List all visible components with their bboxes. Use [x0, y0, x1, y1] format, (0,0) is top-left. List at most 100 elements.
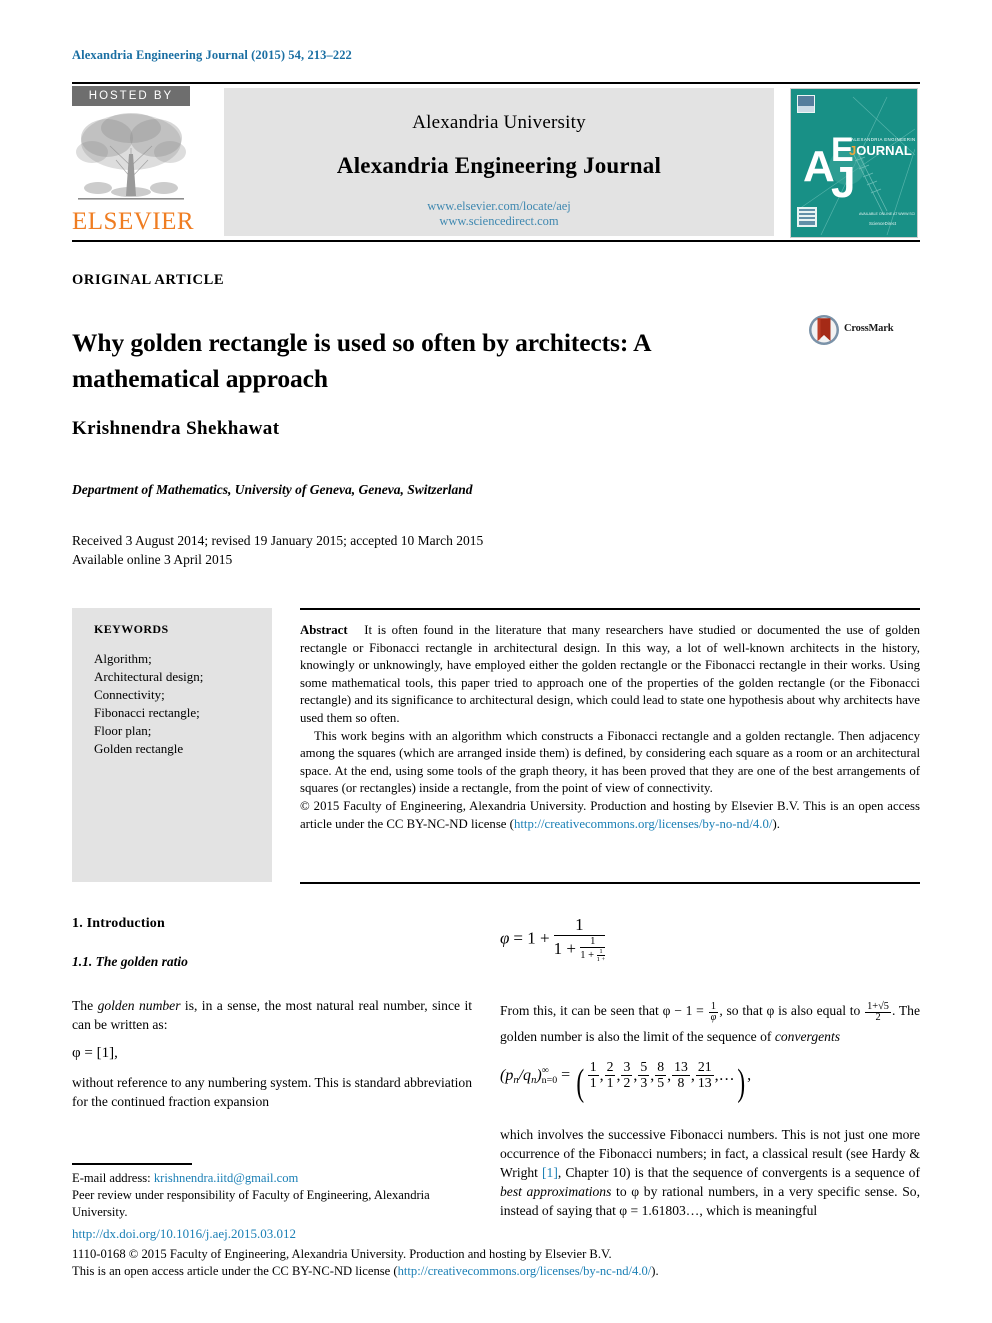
convergent-fraction: 32: [621, 1059, 633, 1090]
paragraph-fibonacci-convergents: which involves the successive Fibonacci …: [500, 1125, 920, 1220]
article-type-label: ORIGINAL ARTICLE: [72, 272, 225, 288]
cf-den-text-1: 1 +: [553, 938, 576, 958]
fraction-numerator: 2: [606, 1059, 614, 1075]
convergent-fraction: 11: [587, 1059, 599, 1090]
fraction-denominator: 5: [655, 1074, 667, 1090]
citation-ref-1[interactable]: [1]: [542, 1165, 558, 1180]
equation-continued-fraction: φ = 1 + 1 1 + 1 1 + 1 1 +: [500, 915, 920, 972]
cf-denominator-3: 1 +: [596, 955, 606, 964]
doi-link[interactable]: http://dx.doi.org/10.1016/j.aej.2015.03.…: [72, 1226, 296, 1242]
cc-license-link[interactable]: http://creativecommons.org/licenses/by-n…: [514, 817, 773, 831]
fraction-separator: ,: [650, 1066, 655, 1084]
rights-suffix: ).: [772, 816, 780, 831]
fraction-separator: ,: [633, 1066, 638, 1084]
fraction-numerator: 8: [657, 1059, 665, 1075]
paren-open: (: [576, 1063, 585, 1105]
masthead-top-rule: [72, 82, 920, 84]
journal-title-panel: Alexandria University Alexandria Enginee…: [224, 88, 774, 236]
abstract-rights: © 2015 Faculty of Engineering, Alexandri…: [300, 798, 920, 833]
paren-close: ): [736, 1063, 745, 1105]
available-online-date: Available online 3 April 2015: [72, 552, 233, 567]
abstract-text-1: It is often found in the literature that…: [300, 623, 920, 725]
text-chapter-10: , Chapter 10) is that the sequence of co…: [557, 1165, 921, 1181]
svg-text:ScienceDirect: ScienceDirect: [869, 221, 897, 226]
conv-trailing-comma: ,: [747, 1066, 752, 1084]
fraction-numerator: 3: [623, 1059, 631, 1075]
svg-text:AVAILABLE ONLINE AT WWW.SCIENC: AVAILABLE ONLINE AT WWW.SCIENCEDIRECT.CO…: [859, 212, 915, 216]
masthead: HOSTED BY ELSEVIER Alexandria University…: [72, 86, 920, 238]
license-link[interactable]: http://creativecommons.org/licenses/by-n…: [398, 1264, 652, 1278]
emphasis-golden-number: golden number: [97, 998, 181, 1013]
abstract-block: Abstract It is often found in the litera…: [300, 622, 920, 833]
text-so-that: , so that φ is also equal to: [719, 1003, 861, 1018]
elsevier-logo-block: HOSTED BY ELSEVIER: [72, 86, 198, 238]
elsevier-tree-icon: [76, 113, 186, 200]
svg-text:J: J: [831, 158, 855, 207]
paragraph-continued-fraction: without reference to any numbering syste…: [72, 1075, 472, 1109]
conv-equals: =: [561, 1066, 571, 1084]
journal-name: Alexandria Engineering Journal: [336, 153, 662, 178]
abstract-para-1: Abstract It is often found in the litera…: [300, 622, 920, 728]
paragraph-phi-properties: From this, it can be seen that φ − 1 = 1…: [500, 998, 920, 1049]
paragraph-golden-number: The golden number is, in a sense, the mo…: [72, 996, 472, 1034]
equation-convergents: (pn/qn) ∞ n=0 = (1 1, 2 1, 3 2, 5 3, 8 5, 13 8, 21 13,……: [500, 1059, 920, 1105]
university-name: Alexandria University: [412, 112, 586, 133]
fraction-denominator: 1: [604, 1074, 616, 1090]
fraction-numerator: 1: [589, 1059, 597, 1075]
paper-page: Alexandria Engineering Journal (2015) 54…: [0, 0, 992, 1323]
fraction-denominator: 2: [865, 1012, 891, 1024]
eq-phi-symbol: φ: [500, 928, 510, 948]
issn-line: 1110-0168 © 2015 Faculty of Engineering,…: [72, 1247, 612, 1261]
fraction-denominator: 13: [695, 1074, 714, 1090]
fraction-denominator: φ: [708, 1012, 719, 1024]
convergents-ellipsis: …: [718, 1066, 735, 1084]
fraction-denominator: 2: [621, 1074, 633, 1090]
text-pre: The: [72, 998, 98, 1013]
convergent-fraction: 53: [638, 1059, 650, 1090]
conv-lhs-open: (p: [500, 1066, 514, 1084]
keywords-panel: KEYWORDS Algorithm; Architectural design…: [72, 608, 272, 882]
elsevier-wordmark: ELSEVIER: [72, 208, 195, 235]
url-locate[interactable]: www.elsevier.com/locate/aej: [224, 199, 774, 214]
svg-text:A: A: [803, 142, 835, 191]
crossmark-label: CrossMark: [844, 323, 894, 334]
fraction-separator: ,: [599, 1066, 604, 1084]
emphasis-convergents: convergents: [774, 1029, 841, 1045]
abstract-label: Abstract: [300, 623, 348, 637]
emphasis-best-approximations: best approximations: [500, 1184, 612, 1200]
page-title: Why golden rectangle is used so often by…: [72, 328, 651, 394]
cf-den-text-2: 1 +: [580, 950, 595, 962]
body-column-right: φ = 1 + 1 1 + 1 1 + 1 1 + From this, it …: [500, 915, 920, 1231]
aej-cover-art: A E J ALEXANDRIA ENGINEERING JOURNAL AVA…: [791, 89, 917, 236]
cf-numerator-3: 1: [599, 948, 603, 956]
convergent-fraction: 13 8: [672, 1059, 690, 1090]
cf-denominator-1: 1 + 1 1 + 1 1 +: [553, 934, 606, 964]
eq-conv-lhs: (pn/qn): [500, 1066, 542, 1086]
cf-level-3: 1 1 +: [596, 948, 606, 964]
email-label: E-mail address:: [72, 1171, 154, 1185]
convergent-fraction: 85: [655, 1059, 667, 1090]
peer-review-note: Peer review under responsibility of Facu…: [72, 1188, 430, 1219]
fraction-denominator: 8: [672, 1074, 690, 1090]
fraction-one-over-phi: 1φ: [708, 1001, 719, 1025]
abstract-bottom-rule: [300, 882, 920, 884]
fraction-numerator: 21: [697, 1059, 712, 1075]
cf-level-1: 1 1 + 1 1 + 1 1 +: [553, 915, 606, 964]
url-sciencedirect[interactable]: www.sciencedirect.com: [224, 214, 774, 229]
crossmark-icon[interactable]: [808, 314, 840, 346]
conv-subscript: n=0: [541, 1074, 558, 1086]
fraction-phi-value: 1+√5 2: [865, 1000, 891, 1025]
convergent-fraction: 21: [604, 1059, 616, 1090]
svg-text:JOURNAL: JOURNAL: [849, 143, 912, 158]
email-link[interactable]: krishnendra.iitd@gmail.com: [154, 1171, 299, 1185]
list-item: Golden rectangle: [94, 741, 184, 756]
received-date: Received 3 August 2014; revised 19 Janua…: [72, 533, 484, 548]
crossmark-badge[interactable]: CrossMark: [808, 314, 908, 346]
journal-urls: www.elsevier.com/locate/aej www.scienced…: [224, 199, 774, 229]
hosted-by-badge: HOSTED BY: [72, 86, 190, 106]
keywords-list: Algorithm; Architectural design; Connect…: [94, 650, 203, 758]
cf-numerator-1: 1: [575, 915, 584, 934]
article-dates: Received 3 August 2014; revised 19 Janua…: [72, 531, 483, 569]
fraction-numerator: 1+√5: [867, 1000, 889, 1012]
subsection-heading-golden-ratio: 1.1. The golden ratio: [72, 954, 188, 969]
